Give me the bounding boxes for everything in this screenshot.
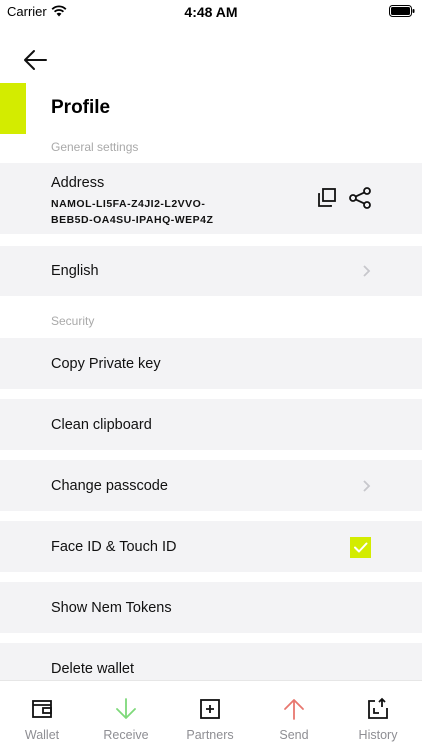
clock-label: 4:48 AM (184, 4, 238, 20)
copy-address-button[interactable] (316, 187, 338, 209)
tab-receive-label: Receive (103, 728, 149, 742)
change-passcode-row[interactable]: Change passcode (0, 460, 422, 511)
arrow-down-icon (116, 698, 136, 719)
status-bar: Carrier 4:48 AM (0, 0, 422, 24)
copy-private-key-label: Copy Private key (51, 356, 161, 372)
address-row: Address NAMOL-LI5FA-Z4JI2-L2VVO- BEB5D-O… (0, 163, 422, 234)
tab-bar: Wallet Receive Partners Send History (0, 680, 422, 750)
tab-send-label: Send (279, 728, 309, 742)
share-address-button[interactable] (348, 186, 372, 210)
wallet-icon (32, 700, 52, 718)
arrow-left-icon (24, 50, 47, 70)
address-value: NAMOL-LI5FA-Z4JI2-L2VVO- BEB5D-OA4SU-IPA… (51, 196, 251, 228)
chevron-right-icon (363, 265, 371, 277)
address-value-line1: NAMOL-LI5FA-Z4JI2-L2VVO- (51, 198, 206, 210)
share-icon (349, 187, 371, 209)
history-icon (368, 697, 388, 719)
show-nem-tokens-label: Show Nem Tokens (51, 600, 172, 616)
copy-private-key-row[interactable]: Copy Private key (0, 338, 422, 389)
address-label: Address (51, 175, 105, 191)
tab-wallet-label: Wallet (24, 728, 60, 742)
language-label: English (51, 263, 99, 279)
show-nem-tokens-row[interactable]: Show Nem Tokens (0, 582, 422, 633)
clean-clipboard-row[interactable]: Clean clipboard (0, 399, 422, 450)
tab-send[interactable]: Send (252, 681, 336, 750)
plus-square-icon (200, 699, 220, 719)
language-row[interactable]: English (0, 246, 422, 296)
title-accent-bar (0, 83, 26, 134)
face-id-label: Face ID & Touch ID (51, 539, 177, 555)
checkmark-icon (354, 542, 368, 553)
change-passcode-label: Change passcode (51, 478, 168, 494)
tab-partners-label: Partners (186, 728, 234, 742)
battery-icon (389, 5, 415, 17)
delete-wallet-label: Delete wallet (51, 661, 135, 677)
tab-wallet[interactable]: Wallet (0, 681, 84, 750)
chevron-right-icon (363, 480, 371, 492)
back-button[interactable] (20, 46, 52, 74)
section-label-security: Security (51, 314, 95, 328)
tab-history[interactable]: History (336, 681, 420, 750)
section-label-general: General settings (51, 140, 139, 154)
face-id-row: Face ID & Touch ID (0, 521, 422, 572)
tab-history-label: History (358, 728, 398, 742)
page-title: Profile (51, 97, 111, 118)
tab-receive[interactable]: Receive (84, 681, 168, 750)
address-value-line2: BEB5D-OA4SU-IPAHQ-WEP4Z (51, 214, 214, 226)
tab-partners[interactable]: Partners (168, 681, 252, 750)
face-id-checkbox[interactable] (350, 537, 371, 558)
copy-icon (318, 188, 336, 207)
arrow-up-icon (284, 699, 304, 720)
clean-clipboard-label: Clean clipboard (51, 417, 152, 433)
